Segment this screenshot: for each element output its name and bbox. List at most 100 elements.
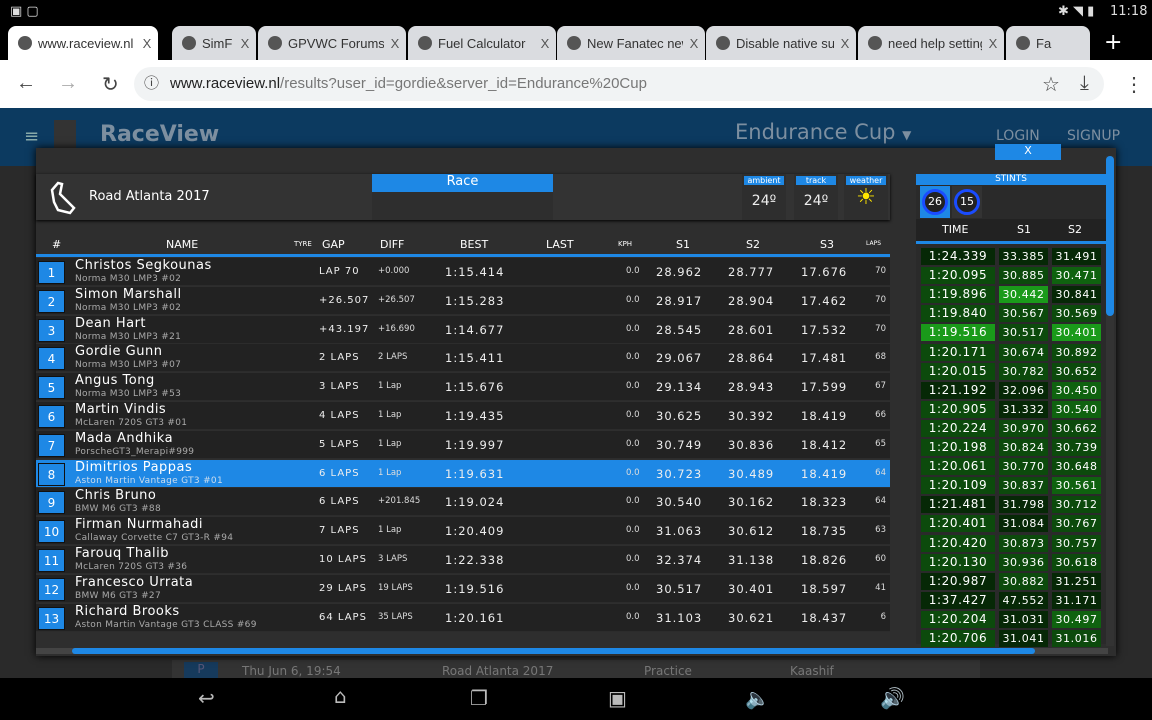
tab-close-icon[interactable]: X (982, 36, 1004, 51)
table-row[interactable]: 13 Richard Brooks Aston Martin Vantage GT3… (36, 603, 890, 632)
series-select[interactable]: Endurance Cup ▼ (735, 120, 911, 144)
back-button[interactable]: ← (16, 72, 36, 95)
tab-6[interactable]: need help setting X (858, 26, 1004, 60)
home-nav-icon[interactable]: ⌂ (334, 684, 347, 708)
screenshot-icon[interactable]: ▣ (608, 686, 627, 710)
table-row[interactable]: 9 Chris Bruno BMW M6 GT3 #88 6 LAPS +201.845… (36, 488, 890, 517)
login-link[interactable]: LOGIN (996, 128, 1040, 144)
tab-close-icon[interactable]: X (136, 36, 158, 51)
stints-header-time[interactable]: TIME (942, 223, 968, 236)
table-row[interactable]: 7 Mada Andhika PorscheGT3_Merapi#999 5 LAPS… (36, 430, 890, 459)
stint-s1: 30.567 (999, 305, 1048, 323)
header-diff[interactable]: DIFF (380, 238, 404, 251)
stint-time: 1:19.840 (921, 305, 995, 323)
tab-close-icon[interactable]: X (384, 36, 406, 51)
driver-name[interactable]: Gordie Gunn (75, 344, 162, 359)
tab-close-icon[interactable]: X (834, 36, 856, 51)
sector-1: 31.063 (656, 524, 703, 539)
stint-s1: 30.824 (999, 439, 1048, 456)
stint-chip[interactable]: 26 (920, 186, 950, 218)
header-s2[interactable]: S2 (746, 238, 760, 251)
stint-s1: 31.084 (999, 515, 1048, 533)
position-badge: 13 (38, 606, 65, 630)
tab-7[interactable]: Fa (1006, 26, 1090, 60)
tab-close-icon[interactable]: X (683, 36, 705, 51)
header-pos[interactable]: # (52, 238, 61, 251)
vertical-scrollbar[interactable] (1106, 156, 1114, 646)
recent-apps-icon[interactable]: ❐ (470, 686, 488, 710)
hamburger-icon[interactable]: ≡ (24, 126, 39, 147)
tab-1[interactable]: SimF X (172, 26, 256, 60)
table-row[interactable]: 12 Francesco Urrata BMW M6 GT3 #27 29 LAPS 1… (36, 574, 890, 603)
tab-close-icon[interactable]: X (534, 36, 556, 51)
back-nav-icon[interactable]: ↩ (198, 686, 215, 710)
url-input[interactable]: ⓘ www.raceview.nl/results?user_id=gordie… (134, 67, 1104, 101)
scrollbar-thumb[interactable] (72, 648, 1035, 654)
tab-5[interactable]: Disable native su X (706, 26, 856, 60)
stints-header-s2[interactable]: S2 (1068, 223, 1082, 236)
menu-icon[interactable]: ⋮ (1124, 72, 1144, 97)
driver-name[interactable]: Mada Andhika (75, 431, 173, 446)
header-laps[interactable]: LAPS (866, 240, 881, 247)
gap: 10 LAPS (319, 554, 367, 565)
forward-button[interactable]: → (58, 72, 78, 95)
driver-name[interactable]: Dimitrios Pappas (75, 460, 192, 475)
header-best[interactable]: BEST (460, 238, 488, 251)
driver-name[interactable]: Christos Segkounas (75, 258, 212, 273)
volume-down-icon[interactable]: 🔈 (745, 686, 770, 710)
table-row[interactable]: 6 Martin Vindis McLaren 720S GT3 #01 4 LAPS… (36, 402, 890, 430)
driver-name[interactable]: Farouq Thalib (75, 546, 169, 561)
sector-2: 30.836 (728, 437, 775, 452)
best-lap: 1:22.338 (445, 553, 505, 567)
horizontal-scrollbar[interactable] (36, 648, 1108, 654)
header-s3[interactable]: S3 (820, 238, 834, 251)
header-gap[interactable]: GAP (322, 238, 345, 251)
stint-chip[interactable]: 15 (952, 186, 982, 218)
position-badge: 5 (38, 376, 65, 400)
car-name: Aston Martin Vantage GT3 CLASS #69 (75, 619, 257, 630)
tab-0[interactable]: www.raceview.nl X (8, 26, 158, 60)
best-lap: 1:19.435 (445, 409, 505, 423)
close-button[interactable]: X (995, 144, 1061, 160)
table-row[interactable]: 1 Christos Segkounas Norma M30 LMP3 #02 LAP… (36, 258, 890, 286)
site-logo[interactable]: RaceView (100, 122, 219, 147)
header-kph[interactable]: KPH (618, 240, 632, 248)
driver-name[interactable]: Simon Marshall (75, 287, 182, 302)
vertical-scrollbar-thumb[interactable] (1106, 156, 1114, 316)
header-s1[interactable]: S1 (676, 238, 690, 251)
tab-3[interactable]: Fuel Calculator X (408, 26, 556, 60)
driver-name[interactable]: Richard Brooks (75, 604, 180, 619)
stints-header-s1[interactable]: S1 (1017, 223, 1031, 236)
tab-2[interactable]: GPVWC Forums X (258, 26, 406, 60)
tab-close-icon[interactable]: X (234, 36, 256, 51)
stint-s2: 30.401 (1052, 324, 1101, 342)
reload-button[interactable]: ↻ (102, 72, 119, 97)
driver-name[interactable]: Francesco Urrata (75, 575, 193, 590)
table-row[interactable]: 10 Firman Nurmahadi Callaway Corvette C7 G… (36, 517, 890, 546)
bookmark-star-icon[interactable]: ☆ (1042, 72, 1060, 97)
table-row[interactable]: 2 Simon Marshall Norma M30 LMP3 #02 +26.507… (36, 286, 890, 315)
stint-s2: 30.561 (1052, 477, 1101, 495)
kph: 0.0 (626, 294, 640, 305)
table-row[interactable]: 3 Dean Hart Norma M30 LMP3 #21 +43.197 +16.6… (36, 315, 890, 344)
tab-4[interactable]: New Fanatec new X (557, 26, 705, 60)
download-icon[interactable]: ⤓ (1080, 72, 1089, 95)
driver-name[interactable]: Martin Vindis (75, 402, 166, 417)
table-row[interactable]: 11 Farouq Thalib McLaren 720S GT3 #36 10 LA… (36, 546, 890, 574)
new-tab-button[interactable]: + (1104, 30, 1122, 55)
driver-name[interactable]: Dean Hart (75, 316, 146, 331)
volume-up-icon[interactable]: 🔊 (880, 686, 905, 710)
table-row[interactable]: 5 Angus Tong Norma M30 LMP3 #53 3 LAPS 1 Lap… (36, 373, 890, 402)
header-name[interactable]: NAME (166, 238, 198, 251)
header-last[interactable]: LAST (546, 238, 574, 251)
driver-name[interactable]: Chris Bruno (75, 488, 156, 503)
kph: 0.0 (626, 467, 640, 478)
header-tyre[interactable]: TYRE (294, 240, 312, 248)
table-row[interactable]: 8 Dimitrios Pappas Aston Martin Vantage GT… (36, 459, 890, 488)
driver-name[interactable]: Angus Tong (75, 373, 155, 388)
signup-link[interactable]: SIGNUP (1067, 128, 1120, 144)
gap: 2 LAPS (319, 352, 360, 364)
table-row[interactable]: 4 Gordie Gunn Norma M30 LMP3 #07 2 LAPS 2 LA… (36, 344, 890, 373)
kph: 0.0 (626, 496, 640, 507)
driver-name[interactable]: Firman Nurmahadi (75, 517, 203, 532)
